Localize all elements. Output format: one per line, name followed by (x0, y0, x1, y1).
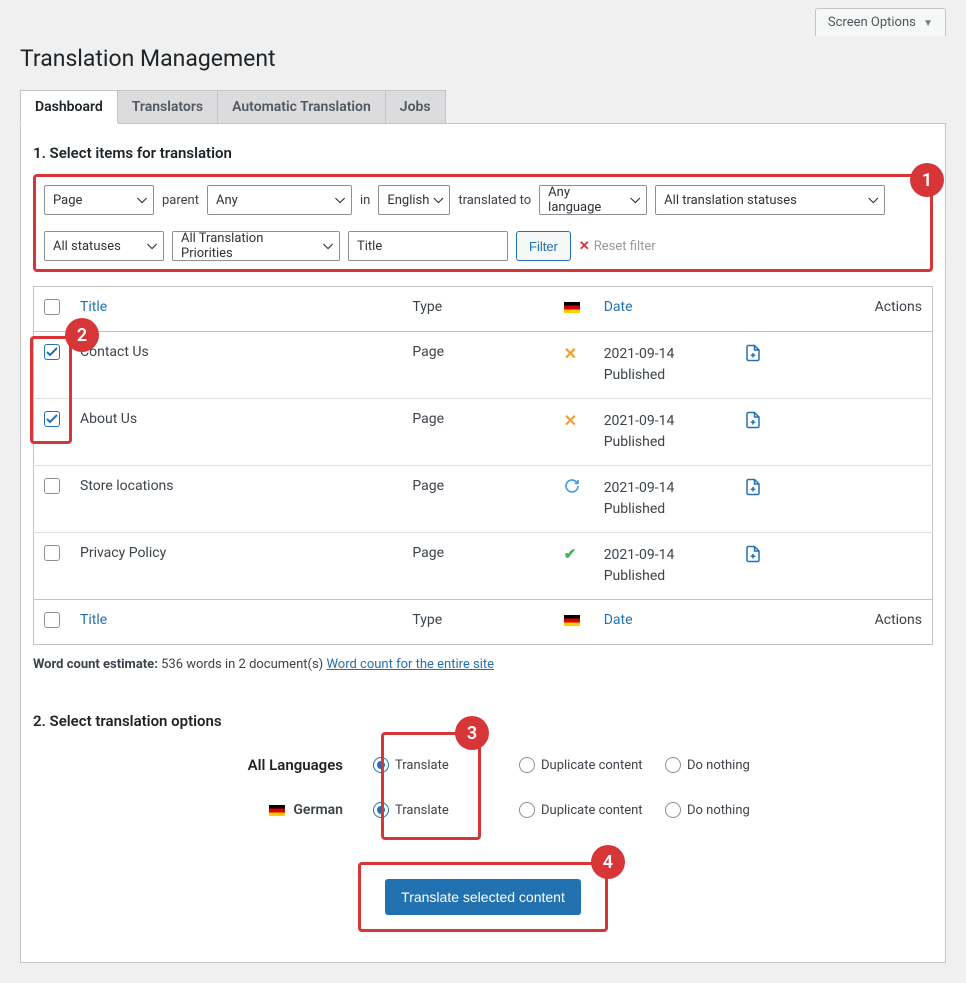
filter-box: 1 Page parent Any in English translated … (33, 174, 933, 272)
translation-status-select[interactable]: All translation statuses (655, 185, 885, 215)
select-all-checkbox-footer[interactable] (44, 612, 60, 628)
col-date[interactable]: Date (594, 287, 734, 332)
german-flag-icon (564, 302, 580, 313)
translated-icon: ✔ (564, 545, 577, 563)
tabs: Dashboard Translators Automatic Translat… (20, 90, 946, 124)
col-language (554, 287, 594, 332)
not-translated-icon: ✕ (564, 344, 577, 363)
col-language-footer (554, 600, 594, 645)
row-status: ✔ (554, 533, 594, 600)
german-translate-radio[interactable]: Translate (373, 802, 503, 818)
tab-automatic[interactable]: Automatic Translation (218, 90, 386, 124)
row-actions (734, 533, 933, 600)
german-duplicate-radio[interactable]: Duplicate content (519, 802, 649, 818)
col-type-footer: Type (402, 600, 553, 645)
row-type: Page (402, 399, 553, 466)
row-checkbox[interactable] (44, 478, 60, 494)
annotation-badge-2: 2 (65, 318, 99, 352)
row-title: About Us (70, 399, 402, 466)
parent-label: parent (162, 193, 199, 208)
parent-select[interactable]: Any (207, 185, 352, 215)
add-translation-icon[interactable] (744, 545, 762, 563)
col-date-footer[interactable]: Date (594, 600, 734, 645)
annotation-badge-3: 3 (455, 716, 489, 750)
row-type: Page (402, 332, 553, 399)
step1-heading: 1. Select items for translation (33, 144, 933, 162)
items-table: Title Type Date Actions Contact UsPage✕2… (33, 286, 933, 645)
row-title: Contact Us (70, 332, 402, 399)
tab-dashboard[interactable]: Dashboard (20, 90, 118, 124)
row-checkbox[interactable] (44, 545, 60, 561)
row-actions (734, 399, 933, 466)
translate-selected-button[interactable]: Translate selected content (385, 879, 581, 915)
annotation-box-4: 4 Translate selected content (358, 862, 608, 932)
col-type: Type (402, 287, 553, 332)
translated-to-label: translated to (458, 193, 531, 208)
row-status: ✕ (554, 332, 594, 399)
add-translation-icon[interactable] (744, 478, 762, 496)
reset-label: Reset filter (594, 239, 656, 254)
add-translation-icon[interactable] (744, 344, 762, 362)
row-date: 2021-09-14Published (594, 332, 734, 399)
table-row: About UsPage ✕ 2021-09-14Published (34, 399, 933, 466)
to-language-select[interactable]: Any language (539, 185, 647, 215)
row-status: ✕ (554, 399, 594, 466)
german-flag-icon (269, 805, 285, 816)
page-title: Translation Management (20, 36, 946, 90)
tab-jobs[interactable]: Jobs (386, 90, 446, 124)
all-translate-radio[interactable]: Translate (373, 757, 503, 773)
all-duplicate-radio[interactable]: Duplicate content (519, 757, 649, 773)
reset-filter-link[interactable]: ✕ Reset filter (579, 239, 656, 254)
row-checkbox[interactable] (44, 411, 60, 427)
priority-select[interactable]: All Translation Priorities (172, 231, 340, 261)
all-nothing-radio[interactable]: Do nothing (665, 757, 795, 773)
close-icon: ✕ (579, 239, 590, 254)
row-actions (734, 466, 933, 533)
not-translated-icon: ✕ (564, 411, 577, 430)
row-date: 2021-09-14Published (594, 399, 734, 466)
row-title: Privacy Policy (70, 533, 402, 600)
add-translation-icon[interactable] (744, 411, 762, 429)
row-title: Store locations (70, 466, 402, 533)
word-count-prefix: Word count estimate: (33, 657, 158, 672)
row-type: Page (402, 533, 553, 600)
row-type: Page (402, 466, 553, 533)
col-actions: Actions (734, 287, 933, 332)
col-title[interactable]: Title (70, 287, 402, 332)
select-all-checkbox[interactable] (44, 299, 60, 315)
chevron-down-icon: ▼ (923, 18, 933, 29)
col-actions-footer: Actions (734, 600, 933, 645)
language-select[interactable]: English (378, 185, 450, 215)
needs-update-icon (564, 478, 580, 498)
col-title-footer[interactable]: Title (70, 600, 402, 645)
german-nothing-radio[interactable]: Do nothing (665, 802, 795, 818)
annotation-badge-4: 4 (591, 845, 625, 879)
post-type-select[interactable]: Page (44, 185, 154, 215)
screen-options-label: Screen Options (828, 15, 916, 30)
table-row: Contact UsPage ✕ 2021-09-14Published (34, 332, 933, 399)
row-date: 2021-09-14Published (594, 533, 734, 600)
screen-options-button[interactable]: Screen Options ▼ (815, 8, 946, 36)
row-status (554, 466, 594, 533)
row-date: 2021-09-14Published (594, 466, 734, 533)
status-select[interactable]: All statuses (44, 231, 164, 261)
row-actions (734, 332, 933, 399)
annotation-badge-1: 1 (910, 163, 944, 197)
table-row: Privacy PolicyPage ✔ 2021-09-14Published (34, 533, 933, 600)
row-checkbox[interactable] (44, 344, 60, 360)
all-languages-label: All Languages (33, 756, 373, 774)
german-label: German (33, 802, 373, 818)
word-count-text: 536 words in 2 document(s) (161, 657, 323, 672)
word-count: Word count estimate: 536 words in 2 docu… (33, 657, 933, 672)
filter-button[interactable]: Filter (516, 231, 571, 261)
table-row: Store locationsPage 2021-09-14Published (34, 466, 933, 533)
title-input[interactable]: Title (348, 231, 508, 261)
in-label: in (360, 193, 370, 208)
tab-translators[interactable]: Translators (118, 90, 218, 124)
word-count-link[interactable]: Word count for the entire site (326, 657, 494, 672)
german-flag-icon (564, 615, 580, 626)
